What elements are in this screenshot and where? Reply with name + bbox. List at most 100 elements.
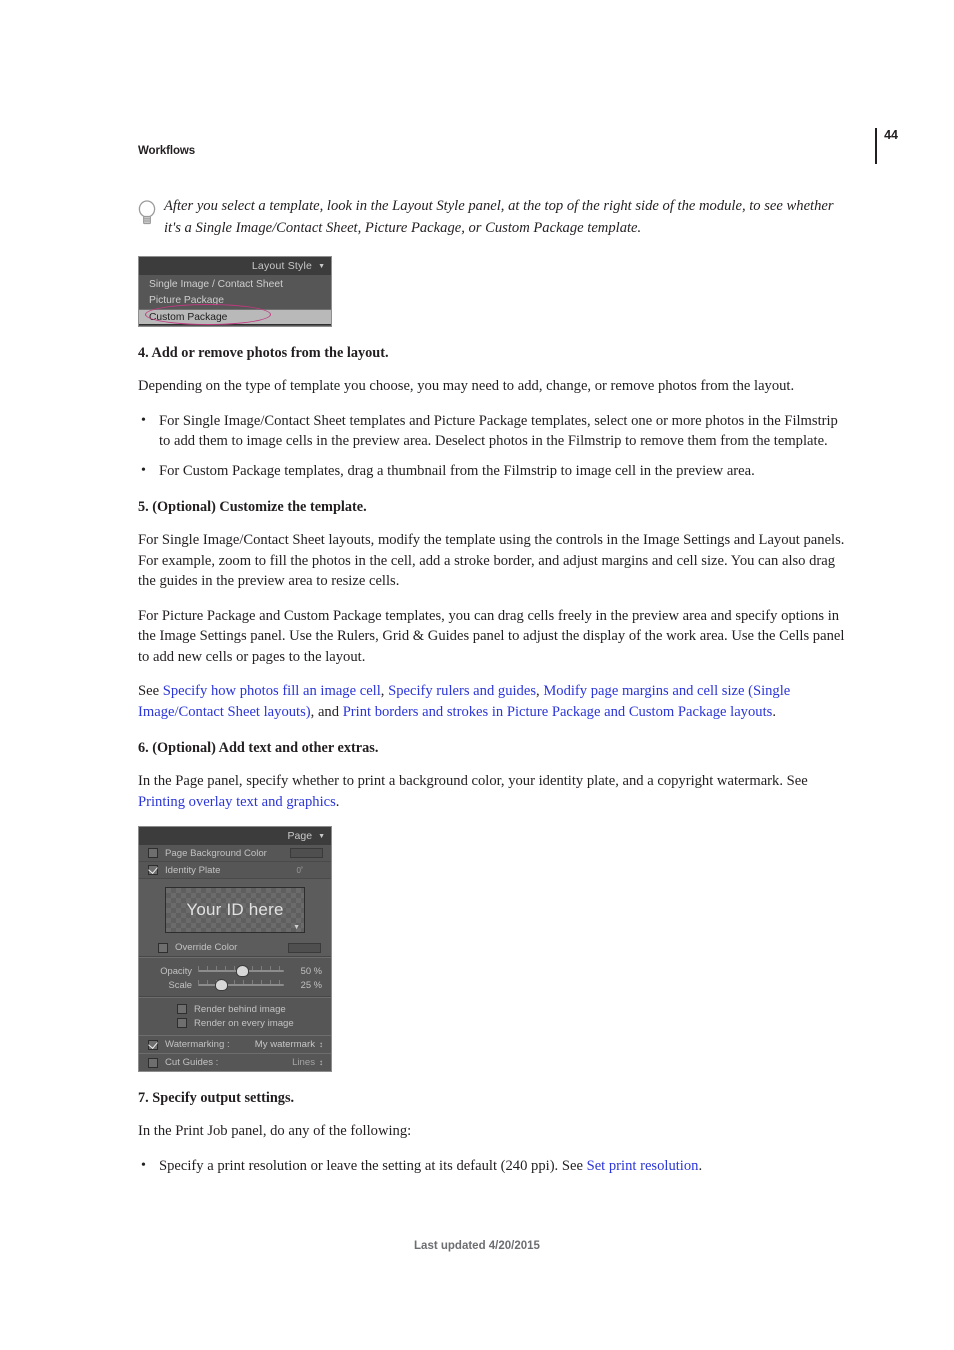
render-on-every-image-label: Render on every image — [194, 1017, 294, 1029]
identity-plate-label: Identity Plate — [165, 864, 221, 876]
watermarking-row[interactable]: Watermarking : My watermark ↕ — [139, 1035, 331, 1053]
page-panel-header[interactable]: Page ▼ — [139, 827, 331, 845]
scale-slider-row[interactable]: Scale 25 % — [148, 977, 322, 991]
override-color-swatch[interactable] — [288, 942, 321, 953]
identity-plate-checkbox[interactable] — [148, 865, 158, 875]
render-behind-image-checkbox[interactable] — [177, 1004, 187, 1014]
cut-guides-stepper-icon[interactable]: ↕ — [319, 1058, 323, 1066]
cut-guides-label: Cut Guides : — [165, 1057, 219, 1068]
list-item: • For Custom Package templates, drag a t… — [138, 461, 850, 482]
layout-style-option-single-image[interactable]: Single Image / Contact Sheet — [139, 277, 331, 293]
scale-slider-value[interactable]: 25 % — [290, 979, 322, 990]
link-set-print-resolution[interactable]: Set print resolution — [587, 1158, 699, 1174]
page-background-color-row[interactable]: Page Background Color — [139, 845, 331, 862]
step-5-paragraph-2: For Picture Package and Custom Package t… — [138, 607, 845, 665]
list-item-text-suffix: . — [698, 1157, 703, 1174]
scale-slider-label: Scale — [168, 978, 192, 990]
identity-plate-row[interactable]: Identity Plate 0˚ — [139, 862, 331, 879]
chevron-down-icon[interactable]: ▼ — [318, 263, 325, 270]
document-content: After you select a template, look in the… — [138, 196, 850, 1188]
tip-note-text: After you select a template, look in the… — [164, 198, 834, 236]
identity-plate-sliders: Opacity 50 % Scale 25 % — [139, 958, 331, 996]
scale-value-number: 25 — [300, 978, 312, 990]
layout-style-panel-header[interactable]: Layout Style ▼ — [139, 257, 331, 275]
list-item-text: For Single Image/Contact Sheet templates… — [159, 412, 838, 450]
opacity-slider-label: Opacity — [160, 964, 192, 976]
scale-slider-track[interactable] — [198, 979, 284, 991]
render-on-every-image-row[interactable]: Render on every image — [177, 1016, 331, 1030]
cut-guides-checkbox[interactable] — [148, 1057, 158, 1068]
opacity-value-number: 50 — [300, 964, 312, 976]
separator-text: , — [380, 683, 389, 699]
step-6-text-prefix: In the Page panel, specify whether to pr… — [138, 773, 808, 789]
step-4-bullet-list: • For Single Image/Contact Sheet templat… — [138, 411, 850, 482]
step-4-paragraph: Depending on the type of template you ch… — [138, 378, 795, 394]
layout-style-option-list: Single Image / Contact Sheet Picture Pac… — [139, 275, 331, 326]
render-behind-image-row[interactable]: Render behind image — [177, 1002, 331, 1016]
scale-slider-knob[interactable] — [214, 979, 228, 991]
link-print-borders-and-strokes[interactable]: Print borders and strokes in Picture Pac… — [343, 704, 773, 720]
layout-style-option-picture-package[interactable]: Picture Package — [139, 293, 331, 309]
identity-plate-rotation-value[interactable]: 0˚ — [296, 866, 303, 875]
page-panel-title: Page — [287, 830, 313, 842]
override-color-row[interactable]: Override Color — [139, 939, 331, 956]
lightbulb-icon — [138, 200, 156, 225]
render-on-every-image-checkbox[interactable] — [177, 1018, 187, 1028]
step-4-heading: 4. Add or remove photos from the layout. — [138, 345, 389, 361]
watermarking-label: Watermarking : — [165, 1039, 230, 1050]
list-item-text-prefix: Specify a print resolution or leave the … — [159, 1157, 587, 1174]
link-printing-overlay-text-and-graphics[interactable]: Printing overlay text and graphics — [138, 794, 336, 810]
page-number-group: 44 — [875, 128, 898, 166]
cut-guides-row[interactable]: Cut Guides : Lines ↕ — [139, 1053, 331, 1071]
watermarking-value[interactable]: My watermark — [255, 1039, 315, 1050]
chevron-down-icon[interactable]: ▼ — [318, 833, 325, 840]
layout-style-panel-title: Layout Style — [251, 260, 313, 272]
opacity-slider-knob[interactable] — [236, 965, 249, 977]
page-background-color-checkbox[interactable] — [148, 848, 158, 858]
opacity-slider-row[interactable]: Opacity 50 % — [148, 963, 322, 977]
page-number-rule — [875, 128, 878, 164]
page-footer: Last updated 4/20/2015 — [414, 1240, 540, 1252]
step-6-paragraph: In the Page panel, specify whether to pr… — [138, 771, 850, 812]
page-number: 44 — [884, 128, 898, 142]
bullet-dot-icon: • — [141, 462, 146, 478]
page-background-color-label: Page Background Color — [165, 847, 267, 859]
page-background-color-swatch[interactable] — [290, 848, 323, 858]
list-item: • Specify a print resolution or leave th… — [138, 1156, 850, 1177]
link-specify-how-photos-fill-an-image-cell[interactable]: Specify how photos fill an image cell — [163, 683, 381, 699]
step-7-heading: 7. Specify output settings. — [138, 1090, 295, 1106]
step-5-paragraph-1: For Single Image/Contact Sheet layouts, … — [138, 532, 845, 589]
slider-line — [198, 984, 284, 986]
identity-plate-preview[interactable]: Your ID here ▼ — [165, 887, 305, 933]
identity-plate-preview-text: Your ID here — [186, 900, 284, 919]
render-behind-image-label: Render behind image — [194, 1003, 286, 1015]
list-item-text: For Custom Package templates, drag a thu… — [159, 462, 755, 479]
opacity-slider-track[interactable] — [198, 965, 284, 977]
render-options-group: Render behind image Render on every imag… — [139, 998, 331, 1035]
running-head-section: Workflows — [138, 145, 196, 157]
identity-plate-dropdown-caret-icon[interactable]: ▼ — [293, 924, 300, 931]
override-color-checkbox[interactable] — [158, 942, 168, 953]
watermarking-checkbox[interactable] — [148, 1039, 158, 1050]
step-6-heading: 6. (Optional) Add text and other extras. — [138, 740, 379, 756]
watermarking-stepper-icon[interactable]: ↕ — [319, 1040, 323, 1048]
opacity-slider-value[interactable]: 50 % — [290, 965, 322, 976]
cut-guides-value[interactable]: Lines — [292, 1057, 315, 1068]
override-color-label: Override Color — [175, 942, 238, 953]
see-prefix-text: See — [138, 683, 163, 699]
opacity-value-unit: % — [313, 964, 322, 976]
step-7-bullet-list: • Specify a print resolution or leave th… — [138, 1156, 850, 1177]
tip-note: After you select a template, look in the… — [138, 196, 850, 239]
step-5-see-also-paragraph: See Specify how photos fill an image cel… — [138, 681, 850, 722]
period-text: . — [772, 703, 776, 720]
layout-style-option-custom-package[interactable]: Custom Package — [139, 309, 331, 325]
bullet-dot-icon: • — [141, 412, 146, 428]
link-specify-rulers-and-guides[interactable]: Specify rulers and guides — [388, 683, 536, 699]
layout-style-panel-figure: Layout Style ▼ Single Image / Contact Sh… — [138, 256, 332, 327]
step-5-heading: 5. (Optional) Customize the template. — [138, 499, 367, 515]
step-7-paragraph: In the Print Job panel, do any of the fo… — [138, 1123, 412, 1139]
identity-plate-preview-area: Your ID here ▼ — [139, 879, 331, 939]
scale-value-unit: % — [313, 978, 322, 990]
page-panel-figure: Page ▼ Page Background Color Identity Pl… — [138, 826, 332, 1072]
step-6-text-suffix: . — [335, 793, 340, 810]
